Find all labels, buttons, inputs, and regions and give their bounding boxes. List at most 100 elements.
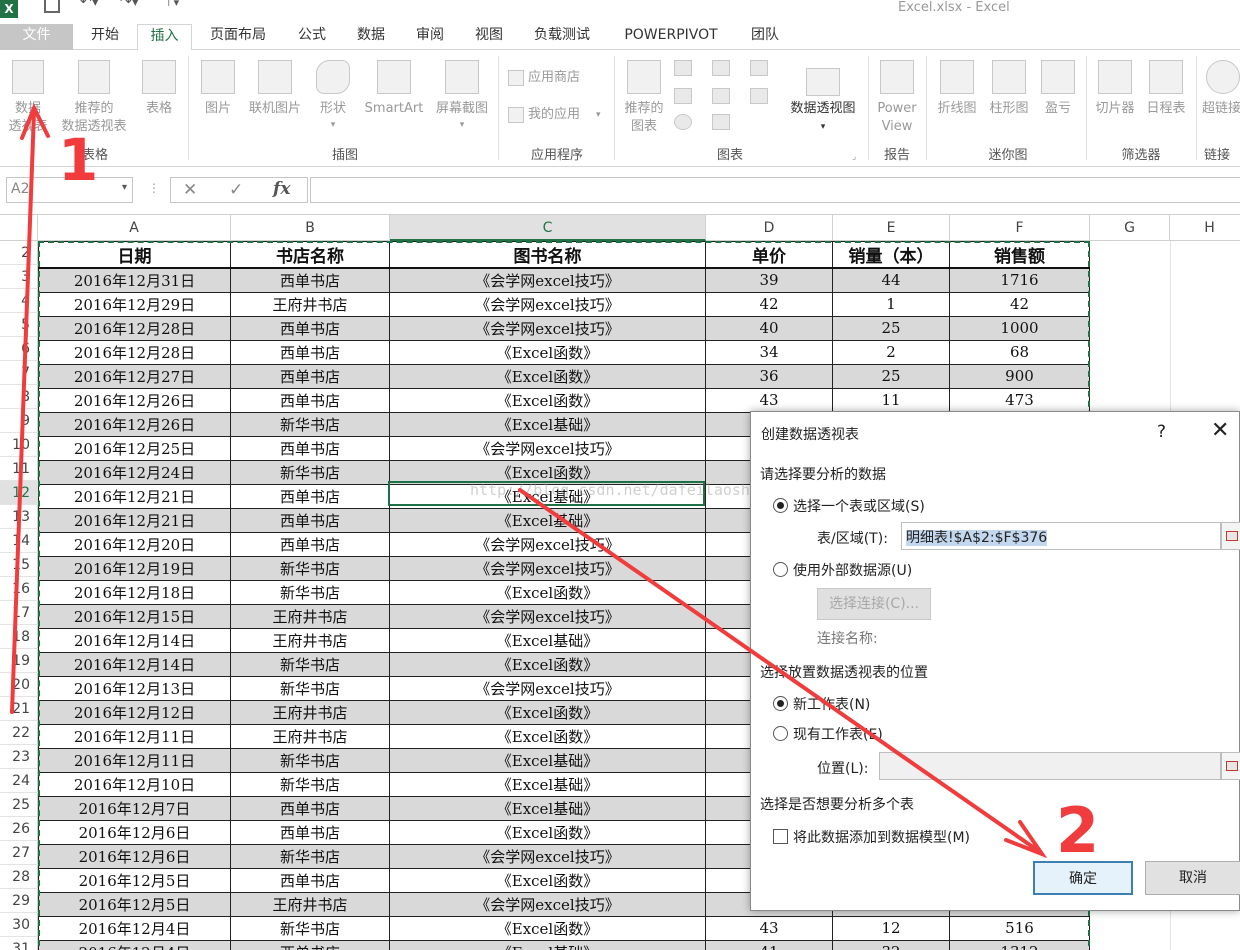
cell-qty[interactable]: 11 — [832, 387, 950, 413]
cell-store[interactable]: 西单书店 — [230, 483, 390, 509]
header-qty[interactable]: 销量（本） — [832, 241, 950, 269]
row-header[interactable]: 26 — [0, 817, 38, 841]
row-header[interactable]: 5 — [0, 313, 38, 337]
cell-book[interactable]: 《Excel基础》 — [389, 411, 706, 437]
cell-store[interactable]: 王府井书店 — [230, 627, 390, 653]
tab-file[interactable]: 文件 — [0, 24, 73, 50]
row-header[interactable]: 6 — [0, 337, 38, 361]
cell-book[interactable]: 《Excel函数》 — [389, 867, 706, 893]
cell-store[interactable]: 新华书店 — [230, 579, 390, 605]
cell-price[interactable]: 43 — [705, 915, 833, 941]
cell-store[interactable]: 新华书店 — [230, 675, 390, 701]
cell-date[interactable]: 2016年12月19日 — [38, 555, 231, 581]
cell-store[interactable]: 新华书店 — [230, 771, 390, 797]
close-icon[interactable]: ✕ — [1211, 418, 1229, 443]
formula-input[interactable] — [310, 177, 1240, 203]
cell-sales[interactable]: 42 — [949, 291, 1090, 317]
power-view-button[interactable]: Power View — [872, 56, 922, 142]
tab-review[interactable]: 审阅 — [406, 24, 454, 50]
cell-date[interactable]: 2016年12月13日 — [38, 675, 231, 701]
sparkline-line-button[interactable]: 折线图 — [930, 56, 984, 142]
row-header[interactable]: 15 — [0, 553, 38, 577]
cell-date[interactable]: 2016年12月20日 — [38, 531, 231, 557]
cell-store[interactable]: 王府井书店 — [230, 291, 390, 317]
row-header[interactable]: 30 — [0, 913, 38, 937]
cell-date[interactable]: 2016年12月12日 — [38, 699, 231, 725]
tab-data[interactable]: 数据 — [348, 24, 394, 50]
cell-store[interactable]: 新华书店 — [230, 843, 390, 869]
cell-book[interactable]: 《会学网excel技巧》 — [389, 291, 706, 317]
cell-store[interactable]: 新华书店 — [230, 915, 390, 941]
row-header[interactable]: 20 — [0, 673, 38, 697]
location-input[interactable] — [879, 752, 1221, 780]
row-header[interactable]: 31 — [0, 937, 38, 950]
cell-store[interactable]: 新华书店 — [230, 459, 390, 485]
column-header[interactable]: C — [390, 215, 706, 241]
picture-button[interactable]: 图片 — [196, 56, 240, 142]
row-header[interactable]: 28 — [0, 865, 38, 889]
cell-date[interactable]: 2016年12月29日 — [38, 291, 231, 317]
cell-price[interactable]: 36 — [705, 363, 833, 389]
cell-date[interactable]: 2016年12月5日 — [38, 891, 231, 917]
area-chart-icon[interactable] — [712, 88, 730, 104]
cell-book[interactable]: 《会学网excel技巧》 — [389, 315, 706, 341]
cell-date[interactable]: 2016年12月4日 — [38, 939, 231, 950]
header-price[interactable]: 单价 — [705, 241, 833, 269]
cell-store[interactable]: 西单书店 — [230, 387, 390, 413]
cell-book[interactable]: 《会学网excel技巧》 — [389, 555, 706, 581]
hyperlink-button[interactable]: 超链接 — [1200, 56, 1240, 142]
recommended-pivot-button[interactable]: 推荐的 数据透视表 — [56, 56, 132, 142]
slicer-button[interactable]: 切片器 — [1090, 56, 1140, 142]
cell-sales[interactable]: 1000 — [949, 315, 1090, 341]
cell-price[interactable]: 43 — [705, 387, 833, 413]
cell-date[interactable]: 2016年12月21日 — [38, 483, 231, 509]
row-header[interactable]: 25 — [0, 793, 38, 817]
cell-book[interactable]: 《会学网excel技巧》 — [389, 843, 706, 869]
tab-formulas[interactable]: 公式 — [288, 24, 336, 50]
stock-chart-icon[interactable] — [750, 88, 768, 104]
screenshot-button[interactable]: 屏幕截图 ▾ — [430, 56, 494, 142]
tab-view[interactable]: 视图 — [466, 24, 512, 50]
cell-store[interactable]: 新华书店 — [230, 411, 390, 437]
cell-store[interactable]: 西单书店 — [230, 435, 390, 461]
help-icon[interactable]: ? — [1157, 422, 1166, 442]
cell-book[interactable]: 《Excel函数》 — [389, 819, 706, 845]
cell-book[interactable]: 《Excel函数》 — [389, 363, 706, 389]
row-header[interactable]: 2 — [0, 241, 38, 265]
cell-date[interactable]: 2016年12月5日 — [38, 867, 231, 893]
cell-date[interactable]: 2016年12月11日 — [38, 747, 231, 773]
cell-price[interactable]: 39 — [705, 267, 833, 293]
pie-chart-icon[interactable] — [674, 114, 692, 130]
radio-external-source[interactable] — [773, 562, 788, 577]
cell-sales[interactable]: 1716 — [949, 267, 1090, 293]
tab-insert[interactable]: 插入 — [137, 24, 192, 51]
cell-price[interactable]: 42 — [705, 291, 833, 317]
cell-date[interactable]: 2016年12月6日 — [38, 843, 231, 869]
row-header[interactable]: 18 — [0, 625, 38, 649]
row-header[interactable]: 9 — [0, 409, 38, 433]
header-book[interactable]: 图书名称 — [389, 241, 706, 269]
cell-date[interactable]: 2016年12月28日 — [38, 339, 231, 365]
column-header[interactable]: H — [1170, 215, 1240, 241]
row-header[interactable]: 7 — [0, 361, 38, 385]
column-header[interactable]: D — [706, 215, 833, 241]
cell-sales[interactable]: 473 — [949, 387, 1090, 413]
row-header[interactable]: 13 — [0, 505, 38, 529]
cell-sales[interactable]: 1312 — [949, 939, 1090, 950]
choose-connection-button[interactable]: 选择连接(C)... — [817, 588, 931, 620]
cell-book[interactable]: 《Excel基础》 — [389, 795, 706, 821]
cell-sales[interactable]: 68 — [949, 339, 1090, 365]
row-header[interactable]: 29 — [0, 889, 38, 913]
cell-store[interactable]: 王府井书店 — [230, 603, 390, 629]
cell-book[interactable]: 《会学网excel技巧》 — [389, 267, 706, 293]
app-store-button[interactable]: 应用商店 — [506, 68, 590, 90]
cell-book[interactable]: 《Excel函数》 — [389, 579, 706, 605]
header-sales[interactable]: 销售额 — [949, 241, 1090, 269]
cell-date[interactable]: 2016年12月11日 — [38, 723, 231, 749]
cell-store[interactable]: 王府井书店 — [230, 699, 390, 725]
cell-book[interactable]: 《Excel函数》 — [389, 699, 706, 725]
confirm-entry-icon[interactable]: ✓ — [229, 180, 243, 200]
cell-store[interactable]: 西单书店 — [230, 531, 390, 557]
row-header[interactable]: 27 — [0, 841, 38, 865]
row-header[interactable]: 10 — [0, 433, 38, 457]
